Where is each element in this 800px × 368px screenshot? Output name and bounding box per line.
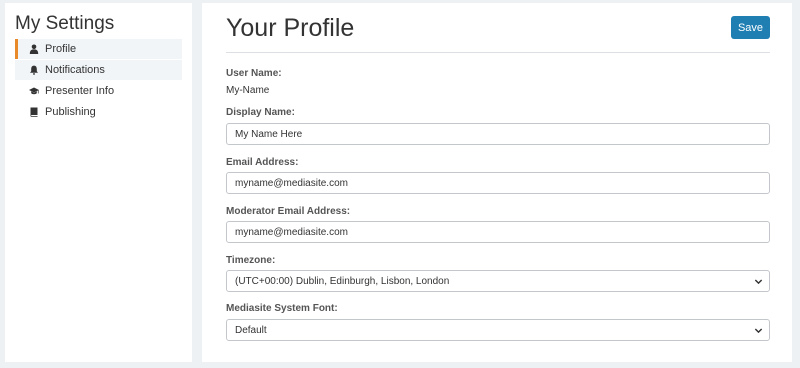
moderator-email-field[interactable]: myname@mediasite.com <box>226 221 770 243</box>
timezone-value: (UTC+00:00) Dublin, Edinburgh, Lisbon, L… <box>235 275 450 287</box>
moderator-email-label: Moderator Email Address: <box>226 206 351 217</box>
user-name-value: My-Name <box>226 85 270 96</box>
save-button[interactable]: Save <box>731 16 770 39</box>
sidebar-item-label: Publishing <box>45 106 96 118</box>
book-icon <box>29 107 39 117</box>
user-name-label: User Name: <box>226 68 282 79</box>
display-name-value: My Name Here <box>235 128 303 140</box>
sidebar-item-label: Presenter Info <box>45 85 115 97</box>
sidebar: My Settings Profile Notifications Presen… <box>5 3 192 362</box>
system-font-value: Default <box>235 324 267 336</box>
divider <box>226 52 770 53</box>
page-title: Your Profile <box>226 14 355 42</box>
display-name-label: Display Name: <box>226 107 295 118</box>
email-value: myname@mediasite.com <box>235 177 348 189</box>
email-label: Email Address: <box>226 157 299 168</box>
sidebar-title: My Settings <box>15 13 115 34</box>
timezone-select[interactable]: (UTC+00:00) Dublin, Edinburgh, Lisbon, L… <box>226 270 770 292</box>
display-name-field[interactable]: My Name Here <box>226 123 770 145</box>
sidebar-item-label: Notifications <box>45 64 105 76</box>
moderator-email-value: myname@mediasite.com <box>235 226 348 238</box>
sidebar-item-label: Profile <box>45 43 77 55</box>
chevron-down-icon <box>754 326 763 335</box>
system-font-label: Mediasite System Font: <box>226 303 338 314</box>
sidebar-item-publishing[interactable]: Publishing <box>15 102 182 122</box>
chevron-down-icon <box>754 277 763 286</box>
sidebar-item-profile[interactable]: Profile <box>15 39 182 59</box>
main-panel: Your Profile Save User Name: My-Name Dis… <box>202 3 792 362</box>
user-icon <box>29 44 39 54</box>
graduation-cap-icon <box>29 86 39 96</box>
sidebar-nav: Profile Notifications Presenter Info Pub… <box>15 39 182 123</box>
sidebar-item-presenter-info[interactable]: Presenter Info <box>15 81 182 101</box>
system-font-select[interactable]: Default <box>226 319 770 341</box>
email-field[interactable]: myname@mediasite.com <box>226 172 770 194</box>
timezone-label: Timezone: <box>226 255 276 266</box>
sidebar-item-notifications[interactable]: Notifications <box>15 60 182 80</box>
bell-icon <box>29 65 39 75</box>
